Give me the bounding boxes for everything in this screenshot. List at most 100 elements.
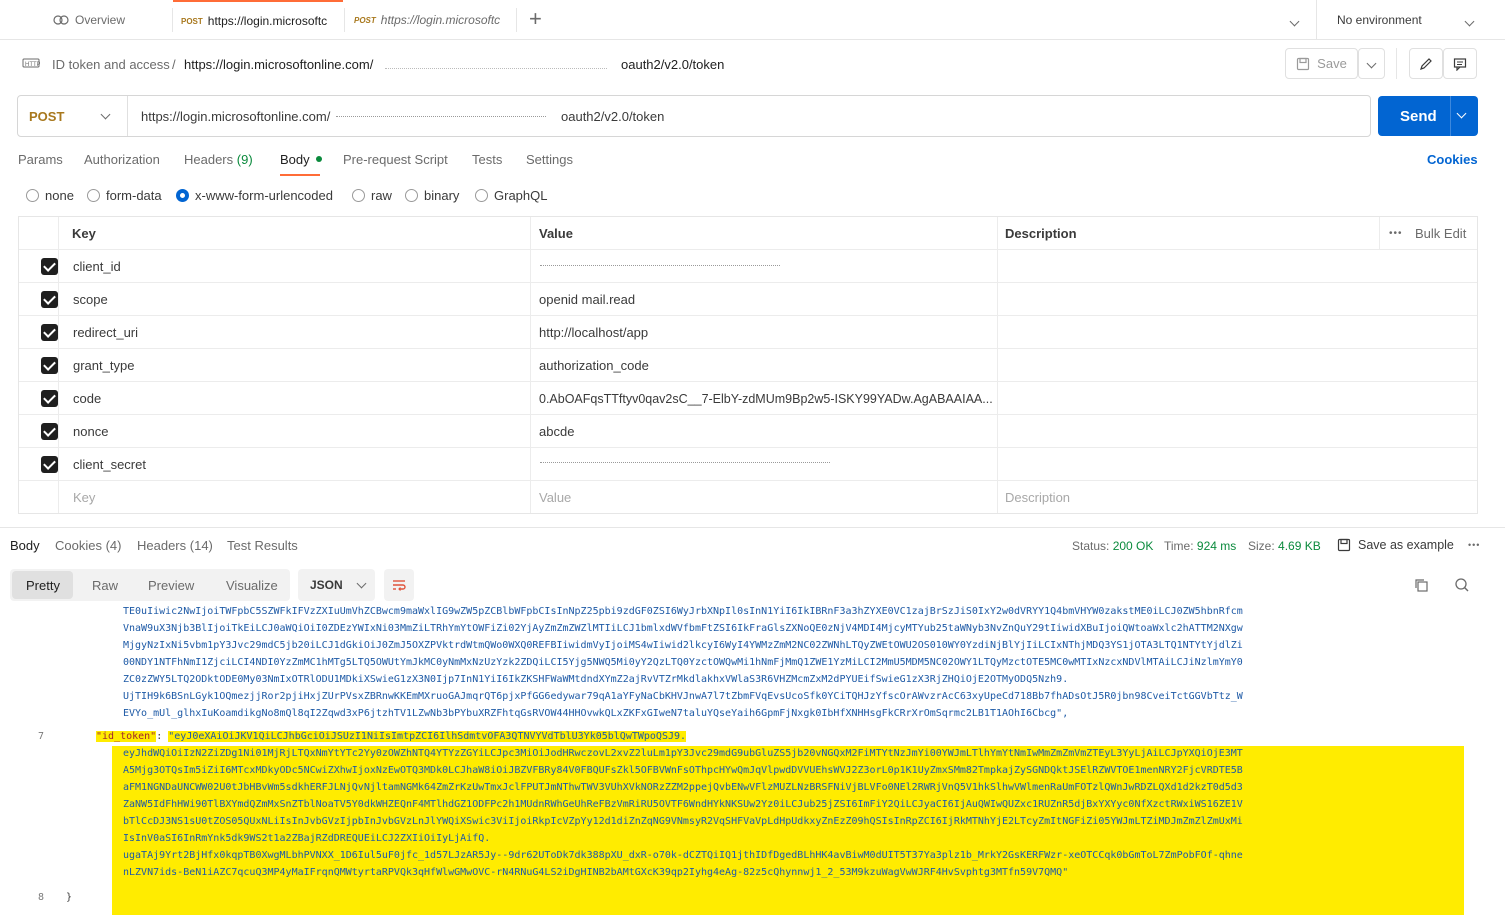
radio-binary[interactable]: binary (405, 188, 459, 203)
row-checkbox[interactable] (41, 423, 58, 440)
row-checkbox[interactable] (41, 324, 58, 341)
row-key[interactable]: scope (73, 283, 108, 316)
save-button[interactable]: Save (1285, 48, 1358, 79)
save-options-button[interactable] (1358, 48, 1385, 79)
row-key[interactable]: grant_type (73, 349, 134, 382)
response-body-editor[interactable]: TE0uIiwic2NwIjoiTWFpbC5SZWFkIFVzZXIuUmVh… (0, 604, 1505, 915)
comments-button[interactable] (1443, 48, 1477, 79)
tab-tests[interactable]: Tests (472, 152, 502, 167)
url-input[interactable]: https://login.microsoftonline.com/ oauth… (128, 96, 1370, 136)
view-pretty[interactable]: Pretty (26, 578, 60, 593)
breadcrumb-url-start[interactable]: https://login.microsoftonline.com/ (184, 57, 373, 72)
row-key[interactable]: client_secret (73, 448, 146, 481)
tab-request[interactable]: POST https://login.microsoftc (345, 0, 515, 40)
response-time: Time: 924 ms (1164, 539, 1236, 553)
breadcrumb-separator: / (172, 57, 176, 72)
active-tab-indicator (280, 174, 320, 176)
id-token-key: "id_token" (96, 731, 157, 742)
new-key-placeholder[interactable]: Key (73, 481, 95, 514)
row-checkbox[interactable] (41, 357, 58, 374)
tab-pre-request-script[interactable]: Pre-request Script (343, 152, 448, 167)
row-checkbox[interactable] (41, 456, 58, 473)
row-key[interactable]: redirect_uri (73, 316, 138, 349)
code-line: EVYo_mUl_glhxIuKoamdikgNo8mQl8qI2Zqwd3xP… (123, 708, 1069, 719)
response-tab-test-results[interactable]: Test Results (227, 538, 298, 553)
radio-raw[interactable]: raw (352, 188, 392, 203)
chevron-down-icon (356, 578, 367, 588)
redacted-mark (385, 68, 607, 69)
save-as-example-button[interactable]: Save as example (1337, 538, 1454, 552)
tab-method: POST (354, 15, 376, 25)
row-checkbox[interactable] (41, 291, 58, 308)
toolbar-divider (1396, 48, 1397, 79)
view-raw[interactable]: Raw (92, 578, 118, 593)
row-value[interactable]: 0.AbOAFqsTTftyv0qav2sC__7-ElbY-zdMUm9Bp2… (539, 382, 994, 415)
response-more-icon[interactable]: ••• (1468, 540, 1480, 550)
tab-authorization[interactable]: Authorization (84, 152, 160, 167)
method-selector[interactable]: POST (18, 96, 128, 136)
radio-label: raw (371, 188, 392, 203)
row-checkbox[interactable] (41, 258, 58, 275)
edit-button[interactable] (1409, 48, 1443, 79)
row-value[interactable]: authorization_code (539, 349, 649, 382)
new-tab-plus-icon[interactable]: + (529, 8, 542, 30)
table-row: grant_type authorization_code (19, 349, 1477, 382)
comment-icon (1453, 57, 1467, 71)
tab-label: https://login.microsoftc (207, 14, 328, 28)
copy-icon[interactable] (1414, 578, 1429, 596)
token-segment: aFM1NGNDaUNCWW02U0tJbHBvWm5sdkhERFJLNjQv… (123, 782, 1243, 793)
tab-request-active[interactable]: POST https://login.microsoftc (173, 0, 343, 40)
cookies-link[interactable]: Cookies (1427, 152, 1478, 167)
new-value-placeholder[interactable]: Value (539, 481, 571, 514)
code-line: TE0uIiwic2NwIjoiTWFpbC5SZWFkIFVzZXIuUmVh… (123, 606, 1243, 617)
response-tab-cookies[interactable]: Cookies (4) (55, 538, 121, 553)
row-checkbox[interactable] (41, 390, 58, 407)
response-tab-headers[interactable]: Headers (14) (137, 538, 213, 553)
bulk-edit-button[interactable]: Bulk Edit (1415, 217, 1466, 250)
row-value[interactable]: openid mail.read (539, 283, 635, 316)
tabs-overflow-chevron-icon[interactable] (1289, 13, 1300, 28)
more-options-icon[interactable]: ••• (1389, 217, 1403, 250)
status-label: Status: (1072, 539, 1110, 553)
row-key[interactable]: nonce (73, 415, 108, 448)
environment-selector[interactable]: No environment (1337, 13, 1422, 27)
tab-method: POST (181, 16, 203, 26)
wrap-lines-button[interactable] (384, 569, 414, 601)
token-segment: ugaTAj9Yrt2BjHfx0kqpTB0XwgMLbhPVNXX_1D6I… (123, 850, 1243, 861)
row-key[interactable]: code (73, 382, 101, 415)
response-tab-body[interactable]: Body (10, 538, 40, 553)
view-visualize[interactable]: Visualize (226, 578, 278, 593)
tab-headers[interactable]: Headers (9) (184, 152, 253, 167)
search-icon[interactable] (1454, 577, 1470, 596)
http-icon: HTTP (22, 56, 41, 73)
response-size: Size: 4.69 KB (1248, 539, 1321, 553)
tab-body[interactable]: Body (280, 152, 323, 167)
row-value[interactable]: abcde (539, 415, 574, 448)
radio-form-data[interactable]: form-data (87, 188, 162, 203)
chevron-down-icon (100, 109, 111, 120)
row-key[interactable]: client_id (73, 250, 121, 283)
line-number: 8 (38, 892, 45, 903)
tab-overview[interactable]: Overview (53, 0, 163, 40)
save-example-label: Save as example (1358, 538, 1454, 552)
breadcrumb-url-end[interactable]: oauth2/v2.0/token (621, 57, 724, 72)
radio-label: x-www-form-urlencoded (195, 188, 333, 203)
body-active-dot-icon (316, 156, 323, 162)
send-button[interactable]: Send (1378, 96, 1478, 136)
new-description-placeholder[interactable]: Description (1005, 481, 1070, 514)
radio-x-www-form-urlencoded[interactable]: x-www-form-urlencoded (176, 188, 333, 203)
radio-circle (26, 189, 39, 202)
send-chevron-icon[interactable] (1456, 108, 1467, 119)
status-value: 200 OK (1112, 539, 1154, 553)
table-row: client_secret (19, 448, 1477, 481)
radio-none[interactable]: none (26, 188, 74, 203)
breadcrumb-parent[interactable]: ID token and access (52, 57, 170, 72)
environment-chevron-icon[interactable] (1464, 13, 1475, 28)
tab-params[interactable]: Params (18, 152, 63, 167)
format-selector[interactable]: JSON (298, 569, 375, 601)
view-preview[interactable]: Preview (148, 578, 194, 593)
row-value[interactable]: http://localhost/app (539, 316, 648, 349)
tab-settings[interactable]: Settings (526, 152, 573, 167)
radio-graphql[interactable]: GraphQL (475, 188, 547, 203)
token-segment: IsInV0aSI6InRmYnk5dk9WS2t1a2ZBajRZdDREQU… (123, 833, 491, 844)
